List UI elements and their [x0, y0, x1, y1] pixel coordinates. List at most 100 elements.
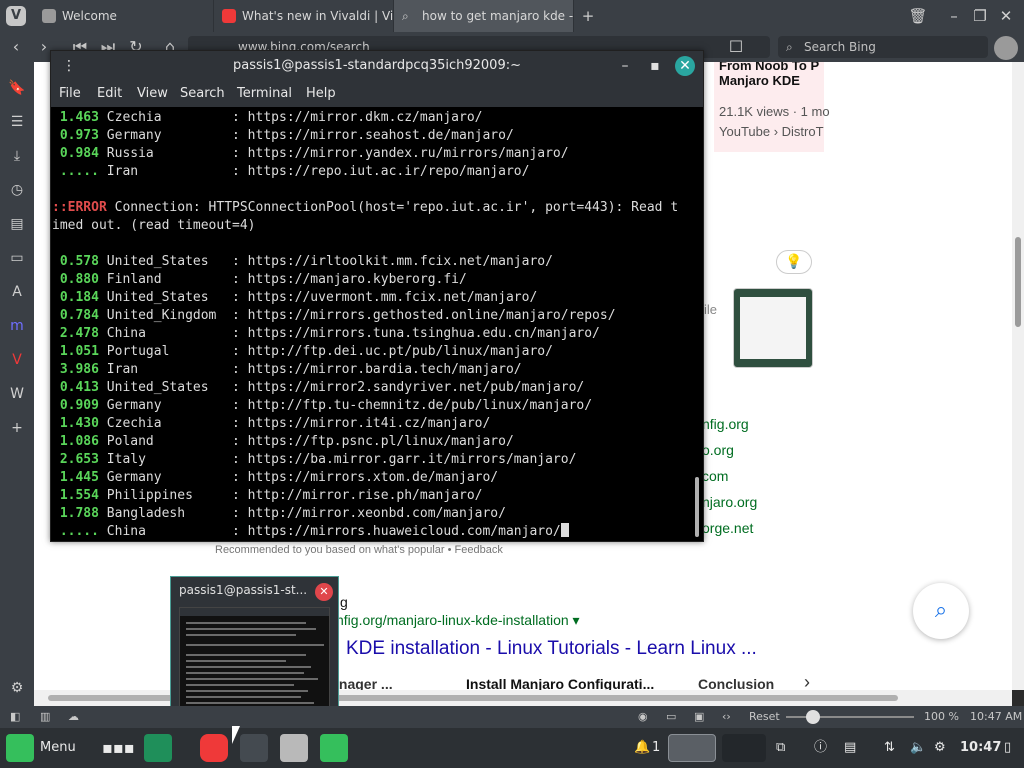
terminal-line: 0.784 United_Kingdom : https://mirrors.g…: [59, 308, 616, 323]
image-toggle-icon[interactable]: ▣: [694, 706, 704, 728]
chevron-right-icon[interactable]: ›: [804, 672, 810, 690]
vivaldi-menu-icon[interactable]: V: [6, 6, 26, 26]
close-icon[interactable]: ✕: [315, 583, 333, 601]
volume-icon[interactable]: 🔈: [910, 728, 926, 768]
tab-whats-new[interactable]: What's new in Vivaldi | Viva: [214, 0, 394, 32]
show-desktop-icon[interactable]: ▯: [1004, 728, 1011, 768]
window-preview[interactable]: passis1@passis1-st... ✕: [170, 576, 339, 726]
lightbulb-icon[interactable]: 💡: [776, 250, 812, 274]
section-tab[interactable]: Install Manjaro Configurati...: [466, 676, 654, 690]
domain-link[interactable]: o.org: [702, 442, 734, 458]
manjaro-settings-icon[interactable]: [320, 734, 348, 762]
desktop-icon[interactable]: [144, 734, 172, 762]
notes-icon[interactable]: ▤: [7, 214, 27, 234]
manjaro-logo-icon[interactable]: [6, 734, 34, 762]
maximize-icon[interactable]: ▪: [645, 56, 665, 76]
tab-label: how to get manjaro kde - S: [422, 9, 574, 23]
add-panel-icon[interactable]: +: [7, 418, 27, 438]
profile-avatar[interactable]: [994, 36, 1018, 60]
network-icon[interactable]: ⇅: [884, 728, 895, 768]
mastodon-icon[interactable]: m: [7, 316, 27, 336]
terminal-line: 1.788 Bangladesh : http://mirror.xeonbd.…: [59, 506, 506, 521]
close-icon[interactable]: ✕: [996, 6, 1016, 26]
taskbar-clock[interactable]: 10:47: [960, 728, 1001, 768]
terminal-app-icon[interactable]: [240, 734, 268, 762]
terminal-window[interactable]: passis1@passis1-standardpcq35ich92009:~ …: [50, 50, 704, 542]
menu-edit[interactable]: Edit: [97, 81, 122, 107]
file-manager-icon[interactable]: [280, 734, 308, 762]
tiling-icon[interactable]: ▥: [40, 706, 50, 728]
window-menu-icon[interactable]: ⋮: [59, 56, 79, 76]
clipboard-icon[interactable]: ▤: [844, 728, 856, 768]
scroll-thumb[interactable]: [1015, 237, 1021, 327]
menu-search[interactable]: Search: [180, 81, 225, 107]
terminal-scrollbar[interactable]: [691, 107, 703, 541]
workspace-1-icon[interactable]: [668, 734, 716, 762]
notifications-icon[interactable]: 🔔: [634, 728, 650, 768]
result-title-link[interactable]: KDE installation - Linux Tutorials - Lea…: [346, 638, 757, 660]
minimize-icon[interactable]: –: [944, 6, 964, 26]
video-title[interactable]: From Noob To P: [719, 62, 819, 73]
menu-file[interactable]: File: [59, 81, 81, 107]
menu-terminal[interactable]: Terminal: [237, 81, 292, 107]
zoom-slider-handle[interactable]: [806, 710, 820, 724]
back-icon[interactable]: ‹: [6, 37, 26, 57]
translate-icon[interactable]: A: [7, 282, 27, 302]
close-icon[interactable]: ✕: [675, 56, 695, 76]
search-input[interactable]: ⌕ Search Bing: [778, 36, 988, 58]
display-icon[interactable]: ⧉: [776, 728, 785, 768]
terminal-line: 0.984 Russia : https://mirror.yandex.ru/…: [59, 146, 569, 161]
vivaldi-icon[interactable]: [200, 734, 228, 762]
preview-thumbnail[interactable]: [179, 607, 330, 721]
settings-icon[interactable]: ⚙: [7, 678, 27, 698]
terminal-line: 2.478 China : https://mirrors.tuna.tsing…: [59, 326, 600, 341]
bookmarks-icon[interactable]: 🔖: [7, 78, 27, 98]
wikipedia-icon[interactable]: W: [7, 384, 27, 404]
menu-help[interactable]: Help: [306, 81, 336, 107]
cloud-sync-icon[interactable]: ☁: [68, 706, 79, 728]
trash-icon[interactable]: 🗑: [908, 6, 928, 26]
system-tray-icon[interactable]: ⚙: [934, 728, 946, 768]
new-tab-icon[interactable]: +: [578, 6, 598, 26]
terminal-line: 0.880 Finland : https://manjaro.kyberorg…: [59, 272, 467, 287]
tab-bing-search[interactable]: ⌕ how to get manjaro kde - S: [394, 0, 574, 32]
video-title-line2[interactable]: Manjaro KDE: [719, 73, 800, 88]
result-thumbnail[interactable]: [733, 288, 813, 368]
history-icon[interactable]: ◷: [7, 180, 27, 200]
page-actions-icon[interactable]: ‹›: [722, 706, 731, 728]
bookmark-icon[interactable]: ☐: [726, 37, 746, 57]
start-menu-button[interactable]: Menu: [40, 728, 76, 768]
capture-icon[interactable]: ◉: [638, 706, 648, 728]
vivaldi-icon[interactable]: V: [7, 350, 27, 370]
workspace-2-icon[interactable]: [722, 734, 766, 762]
vertical-scrollbar[interactable]: [1012, 62, 1024, 690]
minimize-icon[interactable]: –: [615, 56, 635, 76]
terminal-line: 3.986 Iran : https://mirror.bardia.tech/…: [59, 362, 522, 377]
scroll-thumb[interactable]: [695, 477, 699, 537]
tab-bar: V Welcome What's new in Vivaldi | Viva ⌕…: [0, 0, 1024, 32]
domain-link[interactable]: nfig.org: [702, 416, 749, 432]
panel-toggle-icon[interactable]: ◧: [10, 706, 20, 728]
section-tab[interactable]: Conclusion: [698, 676, 774, 690]
reading-list-icon[interactable]: ☰: [7, 112, 27, 132]
zoom-slider[interactable]: [786, 710, 914, 724]
domain-link[interactable]: orge.net: [702, 520, 753, 536]
domain-link[interactable]: com: [702, 468, 728, 484]
terminal-output[interactable]: 1.463 Czechia : https://mirror.dkm.cz/ma…: [51, 107, 691, 541]
side-panel: 🔖 ☰ ⤓ ◷ ▤ ▭ A m V W + ⚙: [0, 62, 34, 706]
workspace-switcher-icon[interactable]: ▪▪▪: [102, 728, 135, 768]
page-tiling-icon[interactable]: ▭: [666, 706, 676, 728]
zoom-reset-button[interactable]: Reset: [749, 706, 780, 728]
downloads-icon[interactable]: ⤓: [7, 146, 27, 166]
tab-welcome[interactable]: Welcome: [34, 0, 214, 32]
result-url[interactable]: nfig.org/manjaro-linux-kde-installation …: [336, 612, 580, 629]
info-icon[interactable]: ⓘ: [814, 728, 827, 768]
terminal-titlebar[interactable]: passis1@passis1-standardpcq35ich92009:~ …: [51, 51, 703, 81]
recommended-note[interactable]: Recommended to you based on what's popul…: [215, 544, 503, 556]
menu-view[interactable]: View: [137, 81, 168, 107]
domain-link[interactable]: njaro.org: [702, 494, 757, 510]
restore-icon[interactable]: ❐: [970, 6, 990, 26]
desktop-taskbar: Menu ▪▪▪ 🔔 1 ⧉ ⓘ ▤ ⇅ 🔈 ⚙ 10:47 ▯: [0, 728, 1024, 768]
window-panel-icon[interactable]: ▭: [7, 248, 27, 268]
search-fab-icon[interactable]: ⌕: [913, 583, 969, 639]
